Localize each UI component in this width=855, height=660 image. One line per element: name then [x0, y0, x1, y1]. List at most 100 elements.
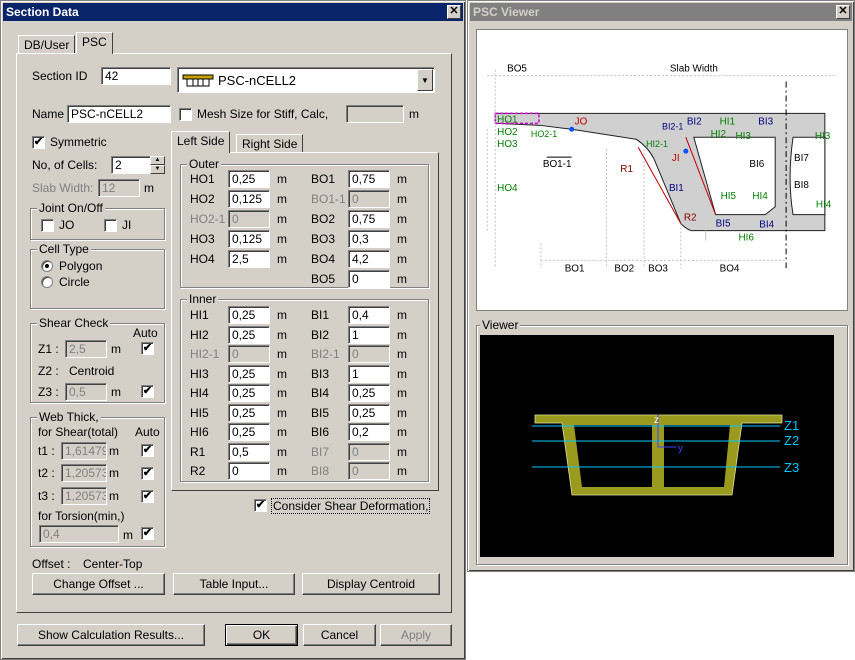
outer-input-bo1-1[interactable]: 0 — [348, 190, 390, 208]
t3-input[interactable]: 1,20573 — [61, 487, 107, 505]
tab-left-side[interactable]: Left Side — [171, 131, 231, 153]
inner-input-hi6[interactable]: 0,25 — [228, 423, 270, 441]
inner-label-hi5: HI5 — [190, 405, 209, 420]
z1-auto-checkbox[interactable]: ✔ — [141, 342, 154, 355]
outer-input-bo5[interactable]: 0 — [348, 270, 390, 288]
inner-input-bi4[interactable]: 0,25 — [348, 384, 390, 402]
symmetric-checkbox[interactable]: ✔ — [32, 136, 45, 149]
inner-input-hi4[interactable]: 0,25 — [228, 384, 270, 402]
outer-input-bo1[interactable]: 0,75 — [348, 170, 390, 188]
table-input-button[interactable]: Table Input... — [173, 573, 295, 595]
section-viewer-canvas[interactable]: z y Z1 Z2 Z3 — [480, 335, 834, 557]
outer-input-bo2[interactable]: 0,75 — [348, 210, 390, 228]
tab-db-user[interactable]: DB/User — [18, 35, 76, 53]
jo-checkbox[interactable] — [41, 219, 54, 232]
inner-label-hi6: HI6 — [190, 425, 209, 439]
apply-button[interactable]: Apply — [380, 624, 452, 646]
psc-viewer-window: PSC Viewer ✕ BO5 Slab Width HO1 HO2 HO2-… — [467, 0, 855, 572]
inner-input-bi8[interactable]: 0 — [348, 462, 390, 480]
circle-radio[interactable] — [41, 276, 53, 288]
outer-input-ho3[interactable]: 0,125 — [228, 230, 270, 248]
outer-input-bo4[interactable]: 4,2 — [348, 250, 390, 268]
inner-label-hi3: HI3 — [190, 366, 209, 381]
outer-label-bo1: BO1 — [311, 172, 336, 186]
torsion-input[interactable]: 0,4 — [39, 525, 119, 543]
inner-label-hi1: HI1 — [190, 308, 209, 322]
outer-group — [180, 164, 429, 288]
cells-input[interactable]: 2 — [111, 156, 151, 174]
diagram-label-bo2: BO2 — [614, 263, 634, 274]
inner-label-hi2-1: HI2-1 — [190, 347, 220, 361]
inner-input-bi1[interactable]: 0,4 — [348, 306, 390, 324]
inner-input-r1[interactable]: 0,5 — [228, 442, 270, 461]
outer-unit-ho4: m — [277, 252, 287, 266]
inner-input-bi2-1[interactable]: 0 — [348, 345, 390, 363]
t1-unit: m — [109, 444, 119, 458]
inner-label-hi2: HI2 — [190, 327, 209, 342]
diagram-label-bi8: BI8 — [794, 180, 809, 191]
inner-input-hi2[interactable]: 0,25 — [228, 325, 270, 344]
cancel-button[interactable]: Cancel — [303, 624, 376, 646]
inner-input-bi6[interactable]: 0,2 — [348, 423, 390, 441]
chevron-down-icon[interactable]: ▼ — [417, 69, 433, 91]
inner-input-hi2-1[interactable]: 0 — [228, 345, 270, 363]
slab-width-input[interactable]: 12 — [98, 179, 140, 197]
inner-input-hi1[interactable]: 0,25 — [228, 306, 270, 324]
z1-label: Z1 : — [38, 342, 59, 356]
inner-input-hi3[interactable]: 0,25 — [228, 364, 270, 383]
inner-input-bi7[interactable]: 0 — [348, 442, 390, 461]
outer-input-ho4[interactable]: 2,5 — [228, 250, 270, 268]
inner-unit-bi5: m — [397, 405, 407, 420]
outer-input-bo3[interactable]: 0,3 — [348, 230, 390, 248]
t2-input[interactable]: 1,20573 — [61, 464, 107, 482]
diagram-label-ho2-1: HO2-1 — [531, 129, 557, 139]
inner-input-hi5[interactable]: 0,25 — [228, 403, 270, 422]
torsion-auto-checkbox[interactable]: ✔ — [141, 527, 154, 540]
change-offset-button[interactable]: Change Offset ... — [32, 573, 165, 595]
tab-right-side[interactable]: Right Side — [236, 134, 304, 153]
show-calculation-results-button[interactable]: Show Calculation Results... — [17, 624, 205, 646]
ok-button[interactable]: OK — [225, 624, 298, 646]
ji-checkbox[interactable] — [104, 219, 117, 232]
mesh-size-checkbox[interactable] — [179, 108, 192, 121]
cells-label: No, of Cells: — [32, 158, 98, 172]
polygon-radio[interactable] — [41, 260, 53, 272]
diagram-label-bo3: BO3 — [648, 263, 668, 274]
outer-input-ho1[interactable]: 0,25 — [228, 170, 270, 188]
inner-input-bi2[interactable]: 1 — [348, 325, 390, 344]
inner-unit-bi4: m — [397, 386, 407, 400]
t3-auto-checkbox[interactable]: ✔ — [141, 490, 154, 503]
outer-input-ho2-1[interactable]: 0 — [228, 210, 270, 228]
diagram-label-bi3: BI3 — [758, 116, 773, 127]
outer-input-ho2[interactable]: 0,125 — [228, 190, 270, 208]
viewer-close-icon[interactable]: ✕ — [836, 5, 850, 19]
tab-psc[interactable]: PSC — [76, 32, 113, 54]
t1-auto-checkbox[interactable]: ✔ — [141, 444, 154, 457]
name-input[interactable]: PSC-nCELL2 — [67, 105, 171, 123]
t1-input[interactable]: 1,61479 — [61, 442, 107, 460]
mesh-size-input[interactable] — [346, 105, 404, 123]
z1-input[interactable]: 2,5 — [65, 340, 107, 358]
inner-input-bi3[interactable]: 1 — [348, 364, 390, 383]
inner-unit-hi2: m — [277, 327, 287, 342]
t2-auto-checkbox[interactable]: ✔ — [141, 467, 154, 480]
joint-group-title: Joint On/Off — [37, 201, 105, 215]
display-centroid-button[interactable]: Display Centroid — [302, 573, 440, 595]
outer-group-title: Outer — [187, 157, 222, 171]
close-icon[interactable]: ✕ — [447, 5, 461, 19]
inner-unit-bi3: m — [397, 366, 407, 381]
diagram-label-ji: JI — [672, 153, 680, 164]
section-id-input[interactable]: 42 — [101, 67, 171, 85]
inner-unit-hi6: m — [277, 425, 287, 439]
z3-input[interactable]: 0,5 — [65, 383, 107, 401]
inner-label-bi2-1: BI2-1 — [311, 347, 340, 361]
section-type-select[interactable]: PSC-nCELL2 ▼ — [177, 67, 435, 93]
inner-input-r2[interactable]: 0 — [228, 462, 270, 480]
consider-shear-checkbox[interactable]: ✔ — [254, 499, 267, 512]
viewer-cell-left — [574, 425, 652, 487]
z2-line-label: Z2 — [784, 433, 799, 448]
inner-input-bi5[interactable]: 0,25 — [348, 403, 390, 422]
z3-auto-checkbox[interactable]: ✔ — [141, 385, 154, 398]
z2-label: Z2 : — [38, 364, 59, 378]
cells-stepper[interactable]: ▲ ▼ — [150, 156, 165, 174]
